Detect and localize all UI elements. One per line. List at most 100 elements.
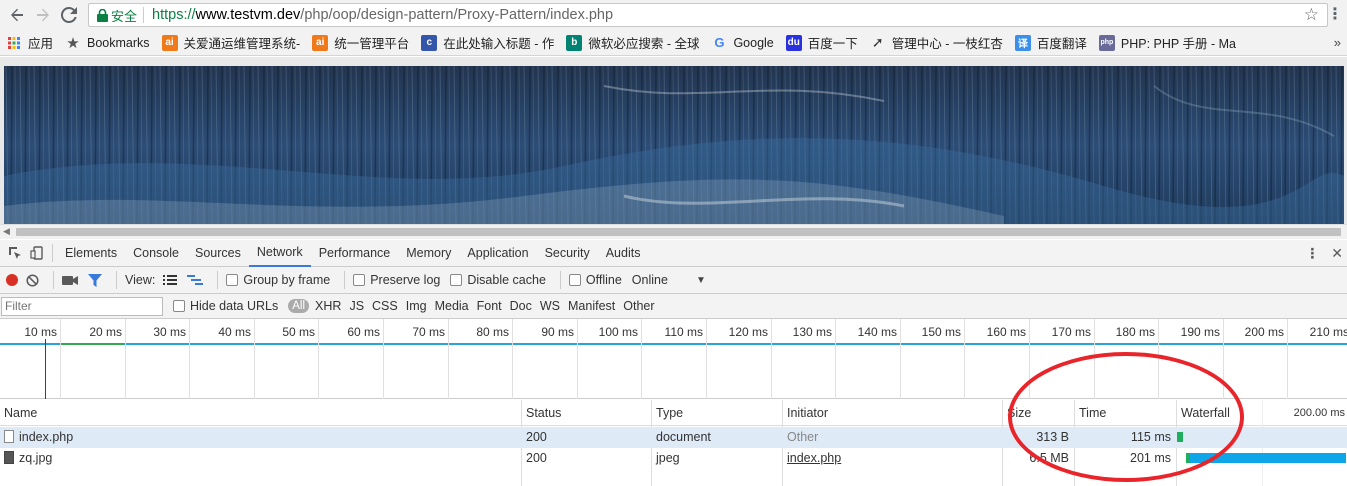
filter-type-doc[interactable]: Doc [510, 299, 532, 313]
horizontal-scrollbar[interactable]: ◀ [0, 224, 1347, 239]
request-time: 115 ms [1130, 430, 1171, 444]
bookmark-star-icon[interactable]: ☆ [1304, 5, 1319, 25]
bookmark-item[interactable]: 应用 [6, 33, 53, 52]
request-name-cell[interactable]: zq.jpg [0, 448, 522, 469]
filter-type-font[interactable]: Font [477, 299, 502, 313]
tab-console[interactable]: Console [125, 240, 187, 267]
col-header-status[interactable]: Status [522, 400, 652, 425]
address-bar-row: 安全 https://www.testvm.dev/php/oop/design… [0, 0, 1347, 30]
col-header-waterfall[interactable]: Waterfall [1177, 400, 1267, 425]
bookmark-item[interactable]: b 微软必应搜索 - 全球 [566, 33, 699, 52]
bookmark-item[interactable]: ➚ 管理中心 - 一枝红杏 [870, 33, 1003, 52]
close-devtools-icon[interactable]: ✕ [1331, 245, 1343, 262]
bookmark-item[interactable]: 译百度翻译 [1014, 33, 1087, 52]
record-button[interactable] [6, 274, 18, 286]
filter-type-all[interactable]: All [288, 299, 310, 313]
bookmark-label: 管理中心 - 一枝红杏 [891, 37, 1003, 51]
request-initiator[interactable]: index.php [783, 448, 1003, 469]
overview-load-line [0, 343, 1347, 345]
col-header-type[interactable]: Type [652, 400, 783, 425]
hide-data-urls-checkbox[interactable]: Hide data URLs [173, 299, 278, 313]
device-toolbar-icon[interactable] [26, 242, 48, 264]
filter-type-img[interactable]: Img [406, 299, 427, 313]
clear-icon[interactable] [26, 273, 39, 287]
filter-type-other[interactable]: Other [623, 299, 654, 313]
col-header-size[interactable]: Size [1003, 400, 1075, 425]
bookmark-item[interactable]: php PHP: PHP 手册 - Ma [1098, 33, 1236, 52]
filter-type-css[interactable]: CSS [372, 299, 398, 313]
request-name-cell[interactable]: index.php [0, 427, 522, 448]
checkbox-box[interactable] [226, 274, 239, 286]
bookmark-item[interactable]: G Google [711, 35, 773, 51]
initiator-link[interactable]: index.php [787, 451, 841, 465]
filter-type-media[interactable]: Media [435, 299, 469, 313]
request-type: document [656, 430, 711, 444]
tab-network[interactable]: Network [248, 240, 311, 267]
request-name: zq.jpg [19, 451, 53, 465]
col-header-time[interactable]: Time [1075, 400, 1177, 425]
bookmark-label: 统一管理平台 [334, 37, 410, 51]
checkbox-box[interactable] [568, 274, 581, 286]
tab-memory[interactable]: Memory [398, 240, 459, 267]
bookmark-item[interactable]: ai 关爱通运维管理系统- [161, 33, 300, 52]
devtools-menu-icon[interactable]: ⋮ [1305, 245, 1319, 262]
omnibox[interactable]: 安全 https://www.testvm.dev/php/oop/design… [88, 3, 1328, 27]
bookmark-item[interactable]: ★ Bookmarks [65, 35, 149, 52]
tab-sources[interactable]: Sources [187, 240, 249, 267]
checkbox-box[interactable] [450, 274, 463, 286]
filter-input[interactable] [1, 296, 163, 316]
network-overview-timeline[interactable]: 10 ms 20 ms 30 ms 40 ms 50 ms 60 ms 70 ms 80 ms… [0, 319, 1347, 399]
url-scheme: https:// [152, 7, 196, 23]
bookmark-item[interactable]: ai 统一管理平台 [312, 33, 409, 52]
google-icon: G [714, 35, 725, 50]
large-rows-icon[interactable] [163, 274, 178, 286]
tab-security[interactable]: Security [537, 240, 598, 267]
table-row[interactable]: zq.jpg 200 jpeg index.php 6.5 MB 201 ms [0, 448, 1347, 469]
tab-application[interactable]: Application [459, 240, 536, 267]
view-label: View: [125, 273, 156, 287]
checkbox-box[interactable] [353, 274, 366, 286]
back-button[interactable] [4, 2, 30, 28]
offline-checkbox[interactable]: Offline [568, 273, 622, 287]
table-row[interactable]: index.php 200 document Other 313 B 115 ms [0, 427, 1347, 448]
scroll-left-arrow-icon[interactable]: ◀ [3, 226, 10, 237]
filter-type-manifest[interactable]: Manifest [568, 299, 615, 313]
filter-funnel-icon[interactable] [88, 273, 102, 287]
waterfall-bar[interactable] [1177, 432, 1183, 442]
tab-performance[interactable]: Performance [311, 240, 399, 267]
throttling-value: Online [631, 273, 668, 287]
capture-screenshots-icon[interactable] [62, 274, 78, 286]
filter-type-ws[interactable]: WS [540, 299, 560, 313]
filter-bar: Hide data URLs All XHR JS CSS Img Media Font Do… [0, 294, 1347, 319]
col-header-initiator[interactable]: Initiator [783, 400, 1003, 425]
show-overview-icon[interactable] [187, 274, 204, 286]
translate-icon: 译 [1014, 34, 1031, 51]
disable-cache-checkbox[interactable]: Disable cache [450, 273, 546, 287]
scrollbar-thumb[interactable] [16, 228, 1341, 236]
bookmark-item[interactable]: c 在此处输入标题 - 作 [421, 33, 554, 52]
overview-gridline [641, 319, 642, 399]
tab-audits[interactable]: Audits [598, 240, 649, 267]
browser-menu-icon[interactable]: ⋮ [1327, 4, 1343, 24]
reload-button[interactable] [56, 2, 82, 28]
filter-type-js[interactable]: JS [349, 299, 364, 313]
col-header-name[interactable]: Name [0, 400, 522, 425]
preserve-log-checkbox[interactable]: Preserve log [353, 273, 440, 287]
overview-gridline [254, 319, 255, 399]
inspect-element-icon[interactable] [4, 242, 26, 264]
tab-elements[interactable]: Elements [57, 240, 125, 267]
group-by-frame-checkbox[interactable]: Group by frame [226, 273, 330, 287]
bookmark-label: 应用 [28, 37, 54, 51]
overview-gridline [1223, 319, 1224, 399]
bookmark-item[interactable]: du 百度一下 [785, 33, 858, 52]
bookmarks-bar: 应用 ★ Bookmarks ai 关爱通运维管理系统-ai 统一管理平台 c 在此处输入标题… [0, 30, 1347, 56]
checkbox-box[interactable] [173, 300, 185, 312]
waterfall-bar[interactable] [1186, 453, 1346, 463]
forward-button[interactable] [30, 2, 56, 28]
filter-type-xhr[interactable]: XHR [315, 299, 341, 313]
throttling-select[interactable]: Online ▼ [632, 273, 706, 287]
overview-tick-label: 140 ms [857, 325, 897, 339]
request-status: 200 [526, 430, 547, 444]
php-icon: php [1098, 34, 1115, 51]
more-bookmarks-icon[interactable]: » [1334, 35, 1341, 50]
